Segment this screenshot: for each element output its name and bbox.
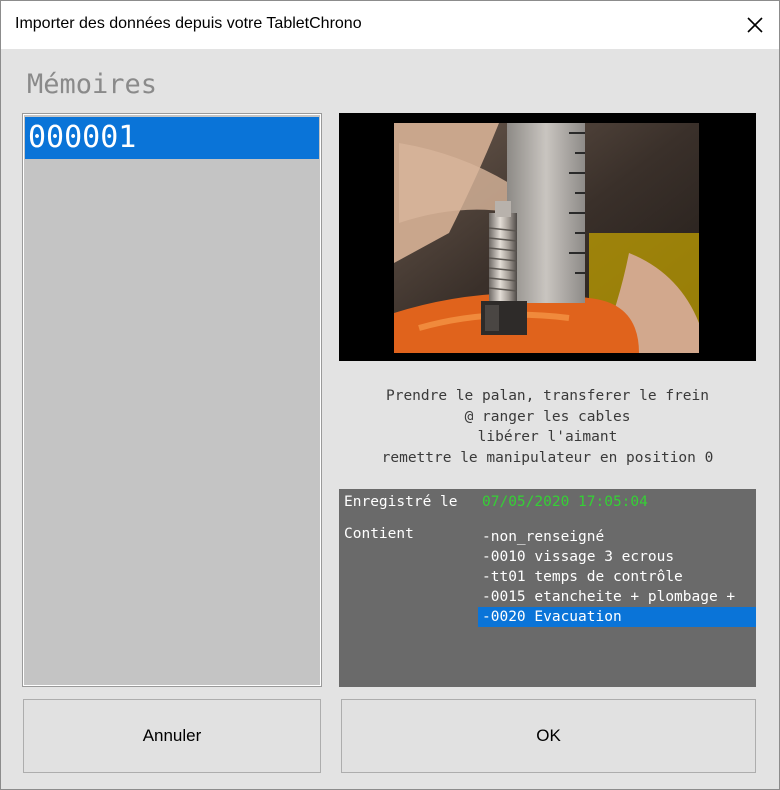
memory-list-item[interactable]: 000001 [25,117,319,159]
description-line: remettre le manipulateur en position 0 [381,449,714,466]
memories-list[interactable]: 000001 [22,113,322,687]
memory-info-panel: Enregistré le 07/05/2020 17:05:04 Contie… [339,489,756,687]
window-title: Importer des données depuis votre Tablet… [15,15,362,32]
contains-label: Contient [344,526,414,542]
operation-item[interactable]: -non_renseigné [478,527,756,547]
title-bar: Importer des données depuis votre Tablet… [1,1,779,49]
description-line: Prendre le palan, transferer le frein [385,388,709,404]
registered-date: 07/05/2020 17:05:04 [482,494,648,510]
registered-label: Enregistré le [344,494,458,510]
operation-item[interactable]: -0015 etancheite + plombage + [478,587,756,607]
description-line: libérer l'aimant [477,429,618,445]
operation-description: Prendre le palan, transferer le frein @ … [339,386,756,468]
operation-item-selected[interactable]: -0020 Evacuation [478,607,756,627]
operation-item[interactable]: -0010 vissage 3 ecrous [478,547,756,567]
close-icon[interactable] [743,13,767,37]
memories-label: Mémoires [27,69,158,100]
photo-image [394,123,699,353]
operations-list[interactable]: -non_renseigné -0010 vissage 3 ecrous -t… [478,527,756,627]
ok-button[interactable]: OK [341,699,756,773]
operation-item[interactable]: -tt01 temps de contrôle [478,567,756,587]
cancel-button[interactable]: Annuler [23,699,321,773]
description-line: @ ranger les cables [464,408,631,425]
dialog-body: Mémoires 000001 Prendre le palan, transf… [1,49,779,789]
import-dialog: Importer des données depuis votre Tablet… [0,0,780,790]
operation-photo [339,113,756,361]
